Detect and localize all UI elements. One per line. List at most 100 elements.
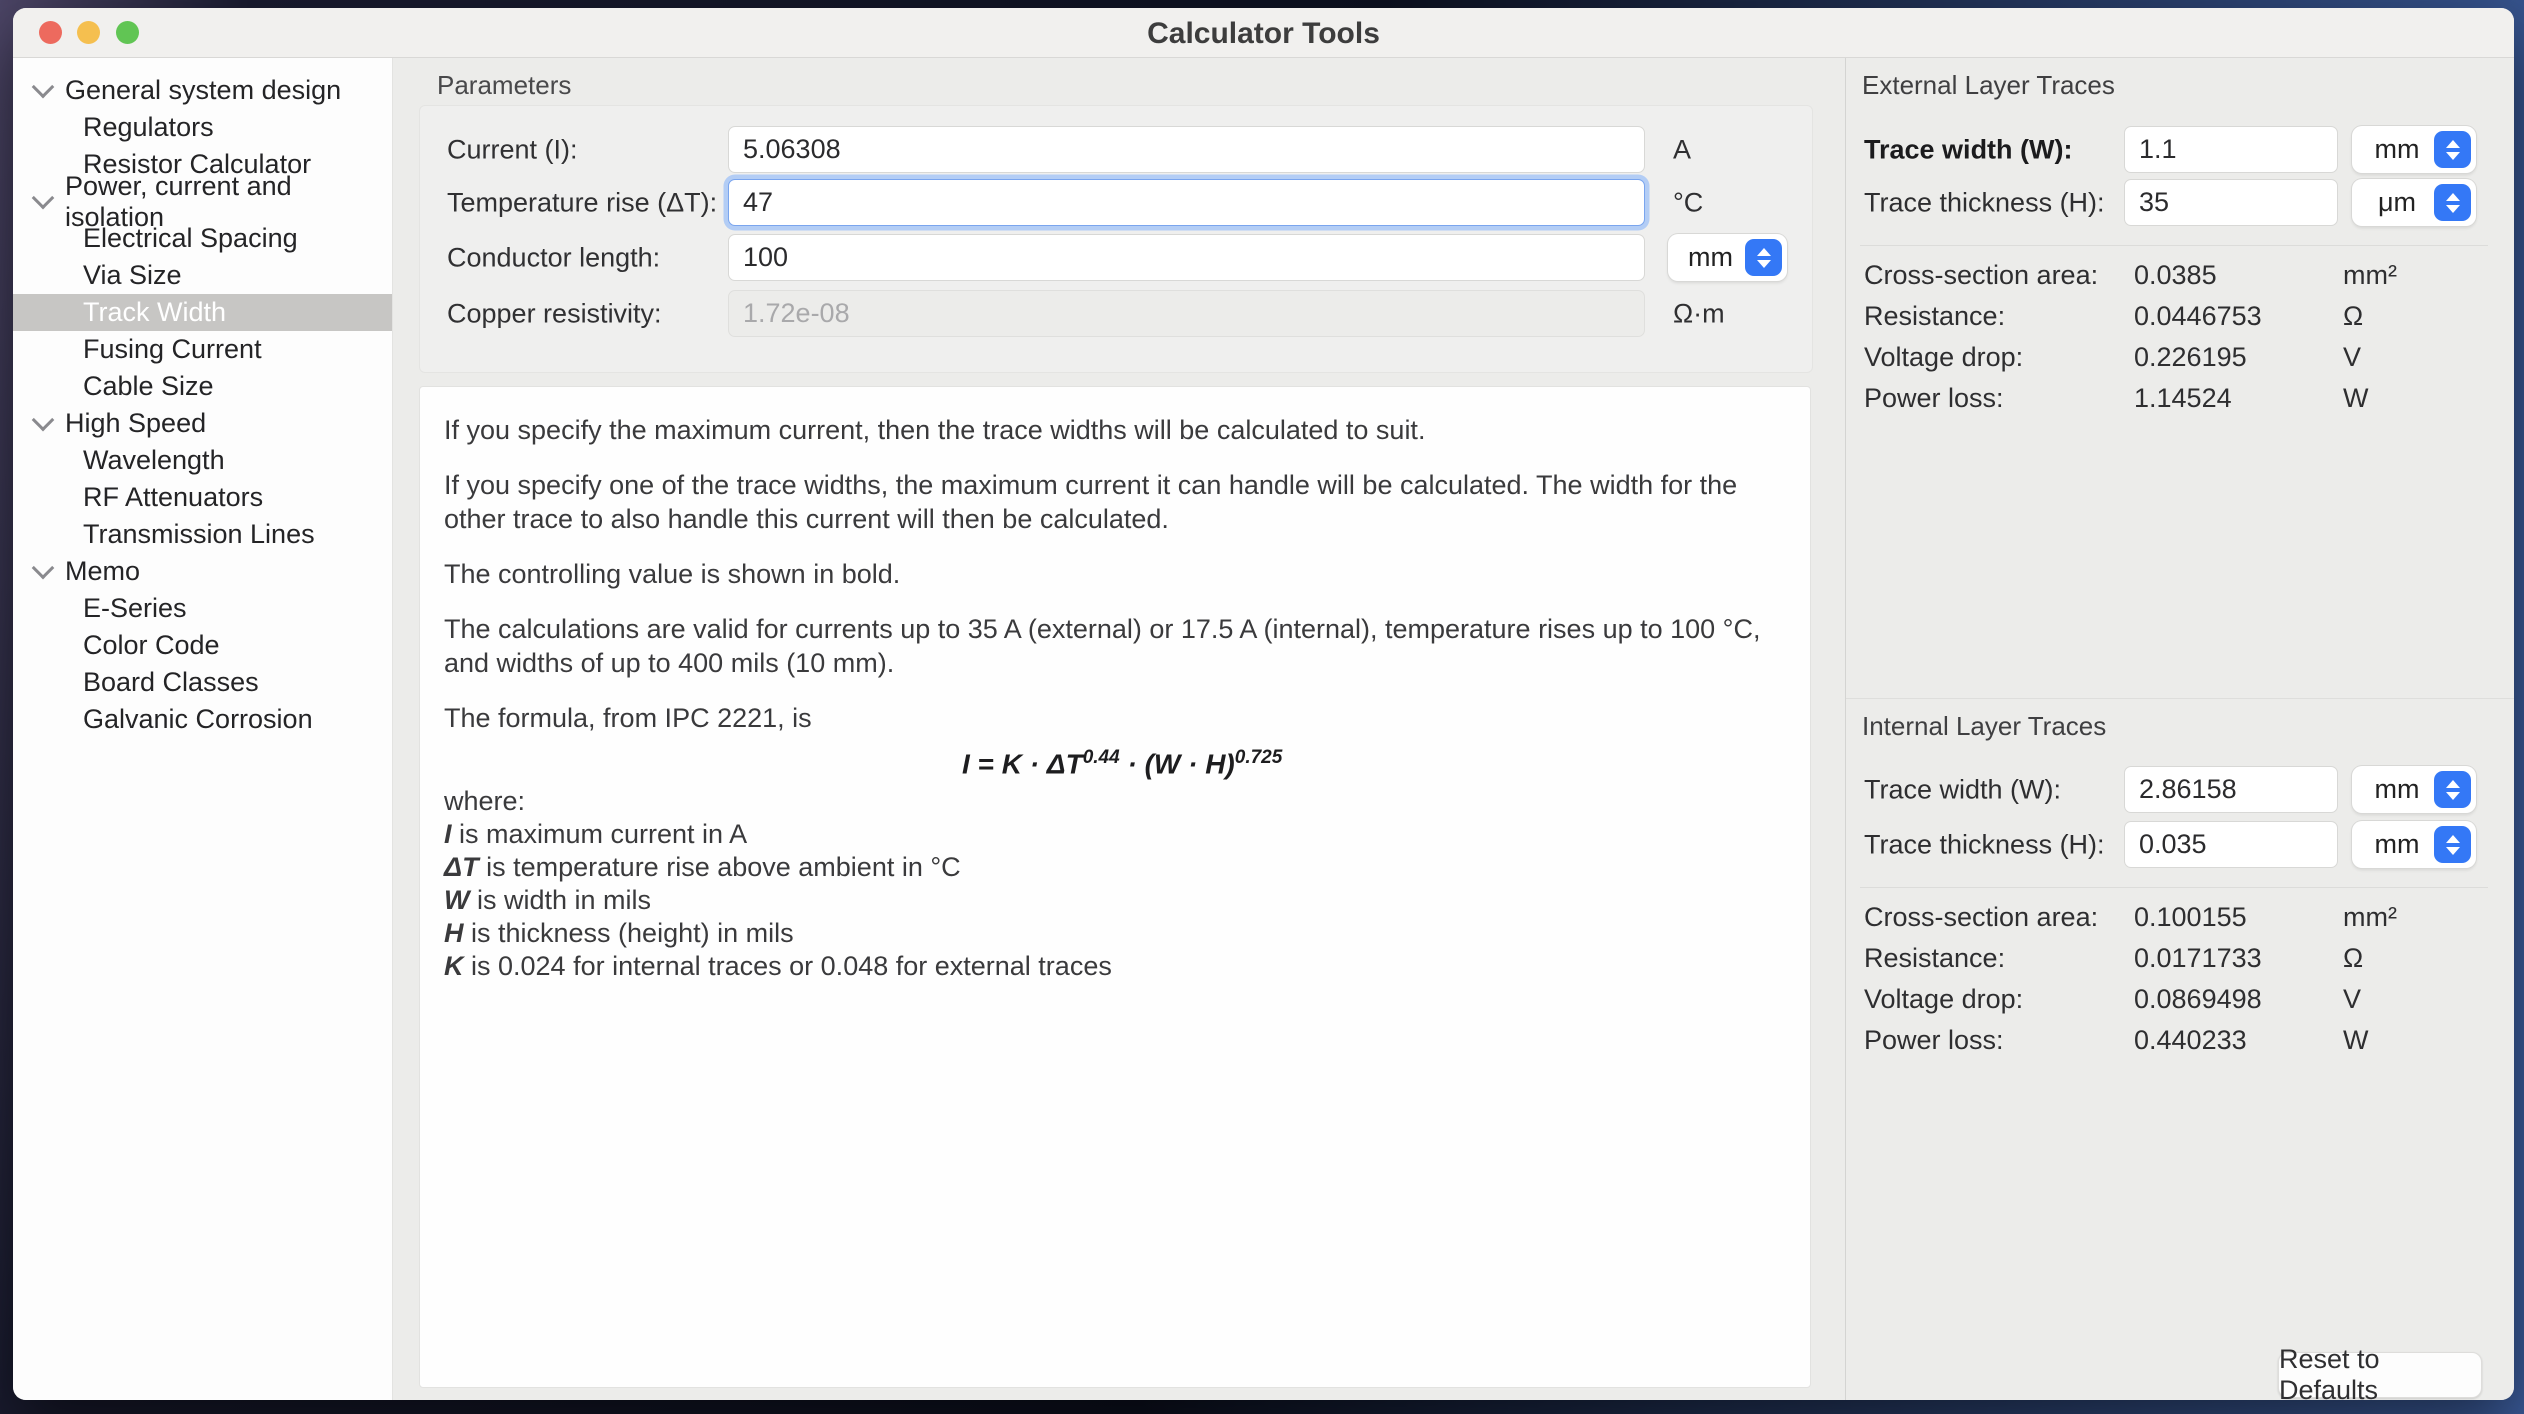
sidebar-item-label: Color Code	[83, 630, 220, 661]
result-row: Voltage drop:0.226195V	[1846, 337, 2514, 378]
sidebar-item[interactable]: Transmission Lines	[13, 516, 392, 553]
external-divider	[1860, 245, 2488, 246]
sidebar-item-label: Galvanic Corrosion	[83, 704, 313, 735]
help-paragraph: If you specify the maximum current, then…	[444, 413, 1786, 447]
parameters-section-label: Parameters	[437, 70, 571, 101]
copper-resistivity-row: Copper resistivity: Ω·m	[393, 290, 1845, 338]
sidebar-item-label: Wavelength	[83, 445, 225, 476]
internal-trace-thickness-unit-dropdown[interactable]: mm	[2352, 821, 2476, 868]
result-row: Cross-section area:0.100155mm²	[1846, 897, 2514, 938]
temperature-rise-row: Temperature rise (ΔT): °C	[393, 179, 1845, 227]
sidebar-item[interactable]: High Speed	[13, 405, 392, 442]
external-trace-thickness-unit-dropdown[interactable]: μm	[2352, 179, 2476, 226]
sidebar-item[interactable]: Fusing Current	[13, 331, 392, 368]
result-row: Power loss:0.440233W	[1846, 1020, 2514, 1061]
ipc2221-formula: I = K · ΔT0.44 · (W · H)0.725	[962, 741, 1786, 781]
external-layer-traces-label: External Layer Traces	[1862, 70, 2115, 101]
sidebar-item[interactable]: Track Width	[13, 294, 392, 331]
calculator-tools-window: Calculator Tools General system design R…	[13, 8, 2514, 1400]
temperature-rise-label: Temperature rise (ΔT):	[447, 188, 717, 219]
results-panel: External Layer Traces Trace width (W): m…	[1845, 58, 2514, 1400]
sidebar-item-label: Electrical Spacing	[83, 223, 298, 254]
internal-trace-thickness-label: Trace thickness (H):	[1864, 830, 2105, 861]
chevron-down-icon[interactable]	[32, 76, 55, 99]
sidebar-item[interactable]: General system design	[13, 72, 392, 109]
sidebar-item-label: Track Width	[83, 297, 226, 328]
help-text-box: If you specify the maximum current, then…	[419, 386, 1811, 1388]
sidebar-item[interactable]: Board Classes	[13, 664, 392, 701]
sidebar-item-label: Fusing Current	[83, 334, 262, 365]
stepper-arrows-icon	[2434, 131, 2471, 168]
sidebar-item[interactable]: Wavelength	[13, 442, 392, 479]
conductor-length-row: Conductor length: mm	[393, 234, 1845, 282]
internal-trace-thickness-input[interactable]	[2124, 821, 2338, 868]
chevron-down-icon[interactable]	[32, 557, 55, 580]
stepper-arrows-icon	[1745, 239, 1782, 276]
result-row: Cross-section area:0.0385mm²	[1846, 255, 2514, 296]
conductor-length-label: Conductor length:	[447, 243, 660, 274]
sidebar-item[interactable]: Memo	[13, 553, 392, 590]
sidebar-item-label: Memo	[65, 556, 140, 587]
copper-resistivity-label: Copper resistivity:	[447, 299, 662, 330]
stepper-arrows-icon	[2434, 771, 2471, 808]
conductor-length-unit-value: mm	[1668, 242, 1745, 273]
sidebar-item[interactable]: RF Attenuators	[13, 479, 392, 516]
copper-resistivity-input	[728, 290, 1645, 337]
reset-to-defaults-button[interactable]: Reset to Defaults	[2278, 1352, 2482, 1398]
internal-trace-width-row: Trace width (W): mm	[1846, 766, 2514, 814]
internal-layer-traces-label: Internal Layer Traces	[1862, 711, 2106, 742]
temperature-rise-input[interactable]	[728, 179, 1645, 226]
sidebar-item-label: Board Classes	[83, 667, 259, 698]
external-trace-thickness-input[interactable]	[2124, 179, 2338, 226]
sidebar-item[interactable]: E-Series	[13, 590, 392, 627]
window-titlebar: Calculator Tools	[13, 8, 2514, 58]
sidebar-item-label: E-Series	[83, 593, 187, 624]
sidebar-item[interactable]: Power, current and isolation	[13, 183, 392, 220]
sidebar-item-label: Regulators	[83, 112, 214, 143]
sidebar-item-label: Via Size	[83, 260, 182, 291]
internal-trace-width-input[interactable]	[2124, 766, 2338, 813]
track-width-calculator-panel: Parameters Current (I): A Temperature ri…	[393, 58, 1845, 1400]
window-title: Calculator Tools	[13, 17, 2514, 51]
external-trace-width-unit-dropdown[interactable]: mm	[2352, 126, 2476, 173]
internal-divider	[1860, 887, 2488, 888]
help-paragraph: The controlling value is shown in bold.	[444, 557, 1786, 591]
chevron-down-icon[interactable]	[32, 409, 55, 432]
result-row: Resistance:0.0446753Ω	[1846, 296, 2514, 337]
sidebar-item-label: Cable Size	[83, 371, 214, 402]
sidebar-item[interactable]: Galvanic Corrosion	[13, 701, 392, 738]
external-results: Cross-section area:0.0385mm² Resistance:…	[1846, 255, 2514, 419]
sidebar-item[interactable]: Via Size	[13, 257, 392, 294]
current-unit-label: A	[1673, 135, 1691, 166]
sidebar-item[interactable]: Regulators	[13, 109, 392, 146]
where-label: where:	[444, 785, 1786, 818]
definition-line: H is thickness (height) in mils	[444, 917, 1786, 950]
stepper-arrows-icon	[2434, 184, 2471, 221]
sidebar-item-label: General system design	[65, 75, 341, 106]
help-paragraph: The calculations are valid for currents …	[444, 612, 1786, 680]
sidebar-item-label: Transmission Lines	[83, 519, 315, 550]
chevron-down-icon[interactable]	[32, 187, 55, 210]
external-trace-width-input[interactable]	[2124, 126, 2338, 173]
internal-trace-width-label: Trace width (W):	[1864, 775, 2061, 806]
definition-line: K is 0.024 for internal traces or 0.048 …	[444, 950, 1786, 983]
stepper-arrows-icon	[2434, 826, 2471, 863]
current-input[interactable]	[728, 126, 1645, 173]
internal-trace-width-unit-dropdown[interactable]: mm	[2352, 766, 2476, 813]
internal-section-separator	[1846, 698, 2514, 699]
current-label: Current (I):	[447, 135, 578, 166]
sidebar-item-label: RF Attenuators	[83, 482, 263, 513]
conductor-length-unit-dropdown[interactable]: mm	[1668, 234, 1787, 281]
calculator-tree-sidebar: General system design Regulators Resisto…	[13, 58, 393, 1400]
internal-trace-thickness-row: Trace thickness (H): mm	[1846, 821, 2514, 869]
external-trace-width-row: Trace width (W): mm	[1846, 126, 2514, 174]
definition-line: I is maximum current in A	[444, 818, 1786, 851]
definition-line: W is width in mils	[444, 884, 1786, 917]
sidebar-item[interactable]: Cable Size	[13, 368, 392, 405]
conductor-length-input[interactable]	[728, 234, 1645, 281]
external-trace-thickness-label: Trace thickness (H):	[1864, 188, 2105, 219]
sidebar-item[interactable]: Color Code	[13, 627, 392, 664]
temperature-rise-unit-label: °C	[1673, 188, 1703, 219]
copper-resistivity-unit-label: Ω·m	[1673, 299, 1725, 330]
sidebar-item-label: High Speed	[65, 408, 206, 439]
